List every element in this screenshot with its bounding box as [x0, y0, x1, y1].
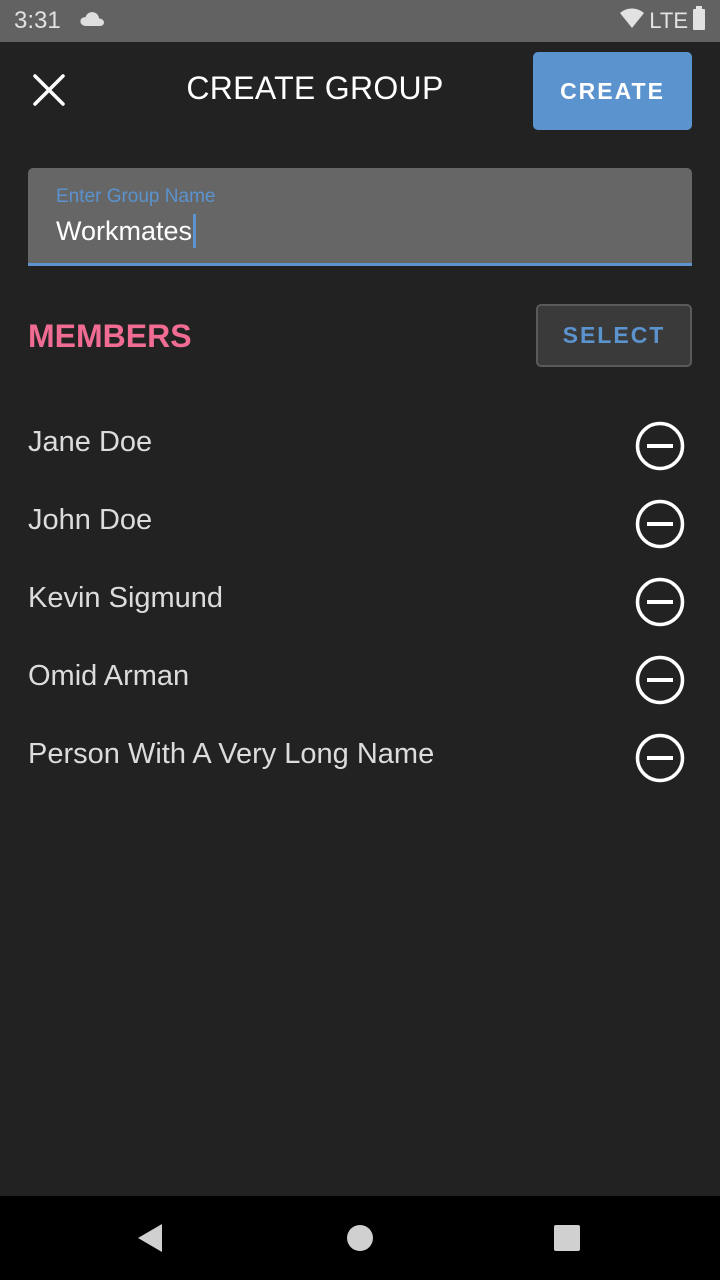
status-time: 3:31: [14, 7, 61, 34]
select-button[interactable]: SELECT: [536, 304, 692, 367]
member-name: Kevin Sigmund: [28, 582, 224, 614]
remove-member-button[interactable]: [634, 654, 686, 706]
group-name-field[interactable]: Enter Group Name Workmates: [28, 168, 692, 266]
remove-circle-icon: [635, 577, 685, 627]
member-name: Person With A Very Long Name: [28, 738, 435, 770]
remove-member-button[interactable]: [634, 498, 686, 550]
remove-circle-icon: [635, 655, 685, 705]
list-item: Kevin Sigmund: [0, 562, 720, 640]
group-name-value: Workmates: [56, 215, 193, 246]
list-item: Omid Arman: [0, 640, 720, 718]
recents-icon: [554, 1225, 580, 1251]
recents-button[interactable]: [551, 1222, 583, 1254]
text-cursor: [193, 214, 197, 248]
navigation-bar: [0, 1196, 720, 1280]
member-name: Jane Doe: [28, 426, 153, 458]
cloud-icon: [79, 7, 105, 35]
member-name: Omid Arman: [28, 660, 190, 692]
status-bar: 3:31 LTE: [0, 0, 720, 42]
list-item: Person With A Very Long Name: [0, 718, 720, 796]
members-heading: MEMBERS: [28, 318, 192, 354]
toolbar: CREATE GROUP CREATE: [0, 42, 720, 142]
list-item: John Doe: [0, 484, 720, 562]
home-icon: [347, 1225, 373, 1251]
remove-circle-icon: [635, 733, 685, 783]
battery-icon: [692, 6, 706, 36]
page-title: CREATE GROUP: [186, 70, 444, 106]
member-name: John Doe: [28, 504, 153, 536]
close-button[interactable]: [26, 69, 72, 115]
remove-member-button[interactable]: [634, 732, 686, 784]
remove-member-button[interactable]: [634, 420, 686, 472]
back-button[interactable]: [134, 1222, 166, 1254]
wifi-icon: [619, 7, 645, 35]
network-type: LTE: [649, 8, 688, 33]
list-item: Jane Doe: [0, 406, 720, 484]
group-name-label: Enter Group Name: [56, 186, 216, 207]
home-button[interactable]: [344, 1222, 376, 1254]
remove-circle-icon: [635, 499, 685, 549]
remove-member-button[interactable]: [634, 576, 686, 628]
back-icon: [138, 1224, 162, 1252]
create-button[interactable]: CREATE: [533, 52, 692, 130]
member-list: Jane Doe John Doe Kevin Sigmund Omid Arm…: [0, 406, 720, 796]
close-icon: [32, 73, 66, 112]
remove-circle-icon: [635, 421, 685, 471]
group-name-input[interactable]: Workmates: [56, 214, 197, 248]
